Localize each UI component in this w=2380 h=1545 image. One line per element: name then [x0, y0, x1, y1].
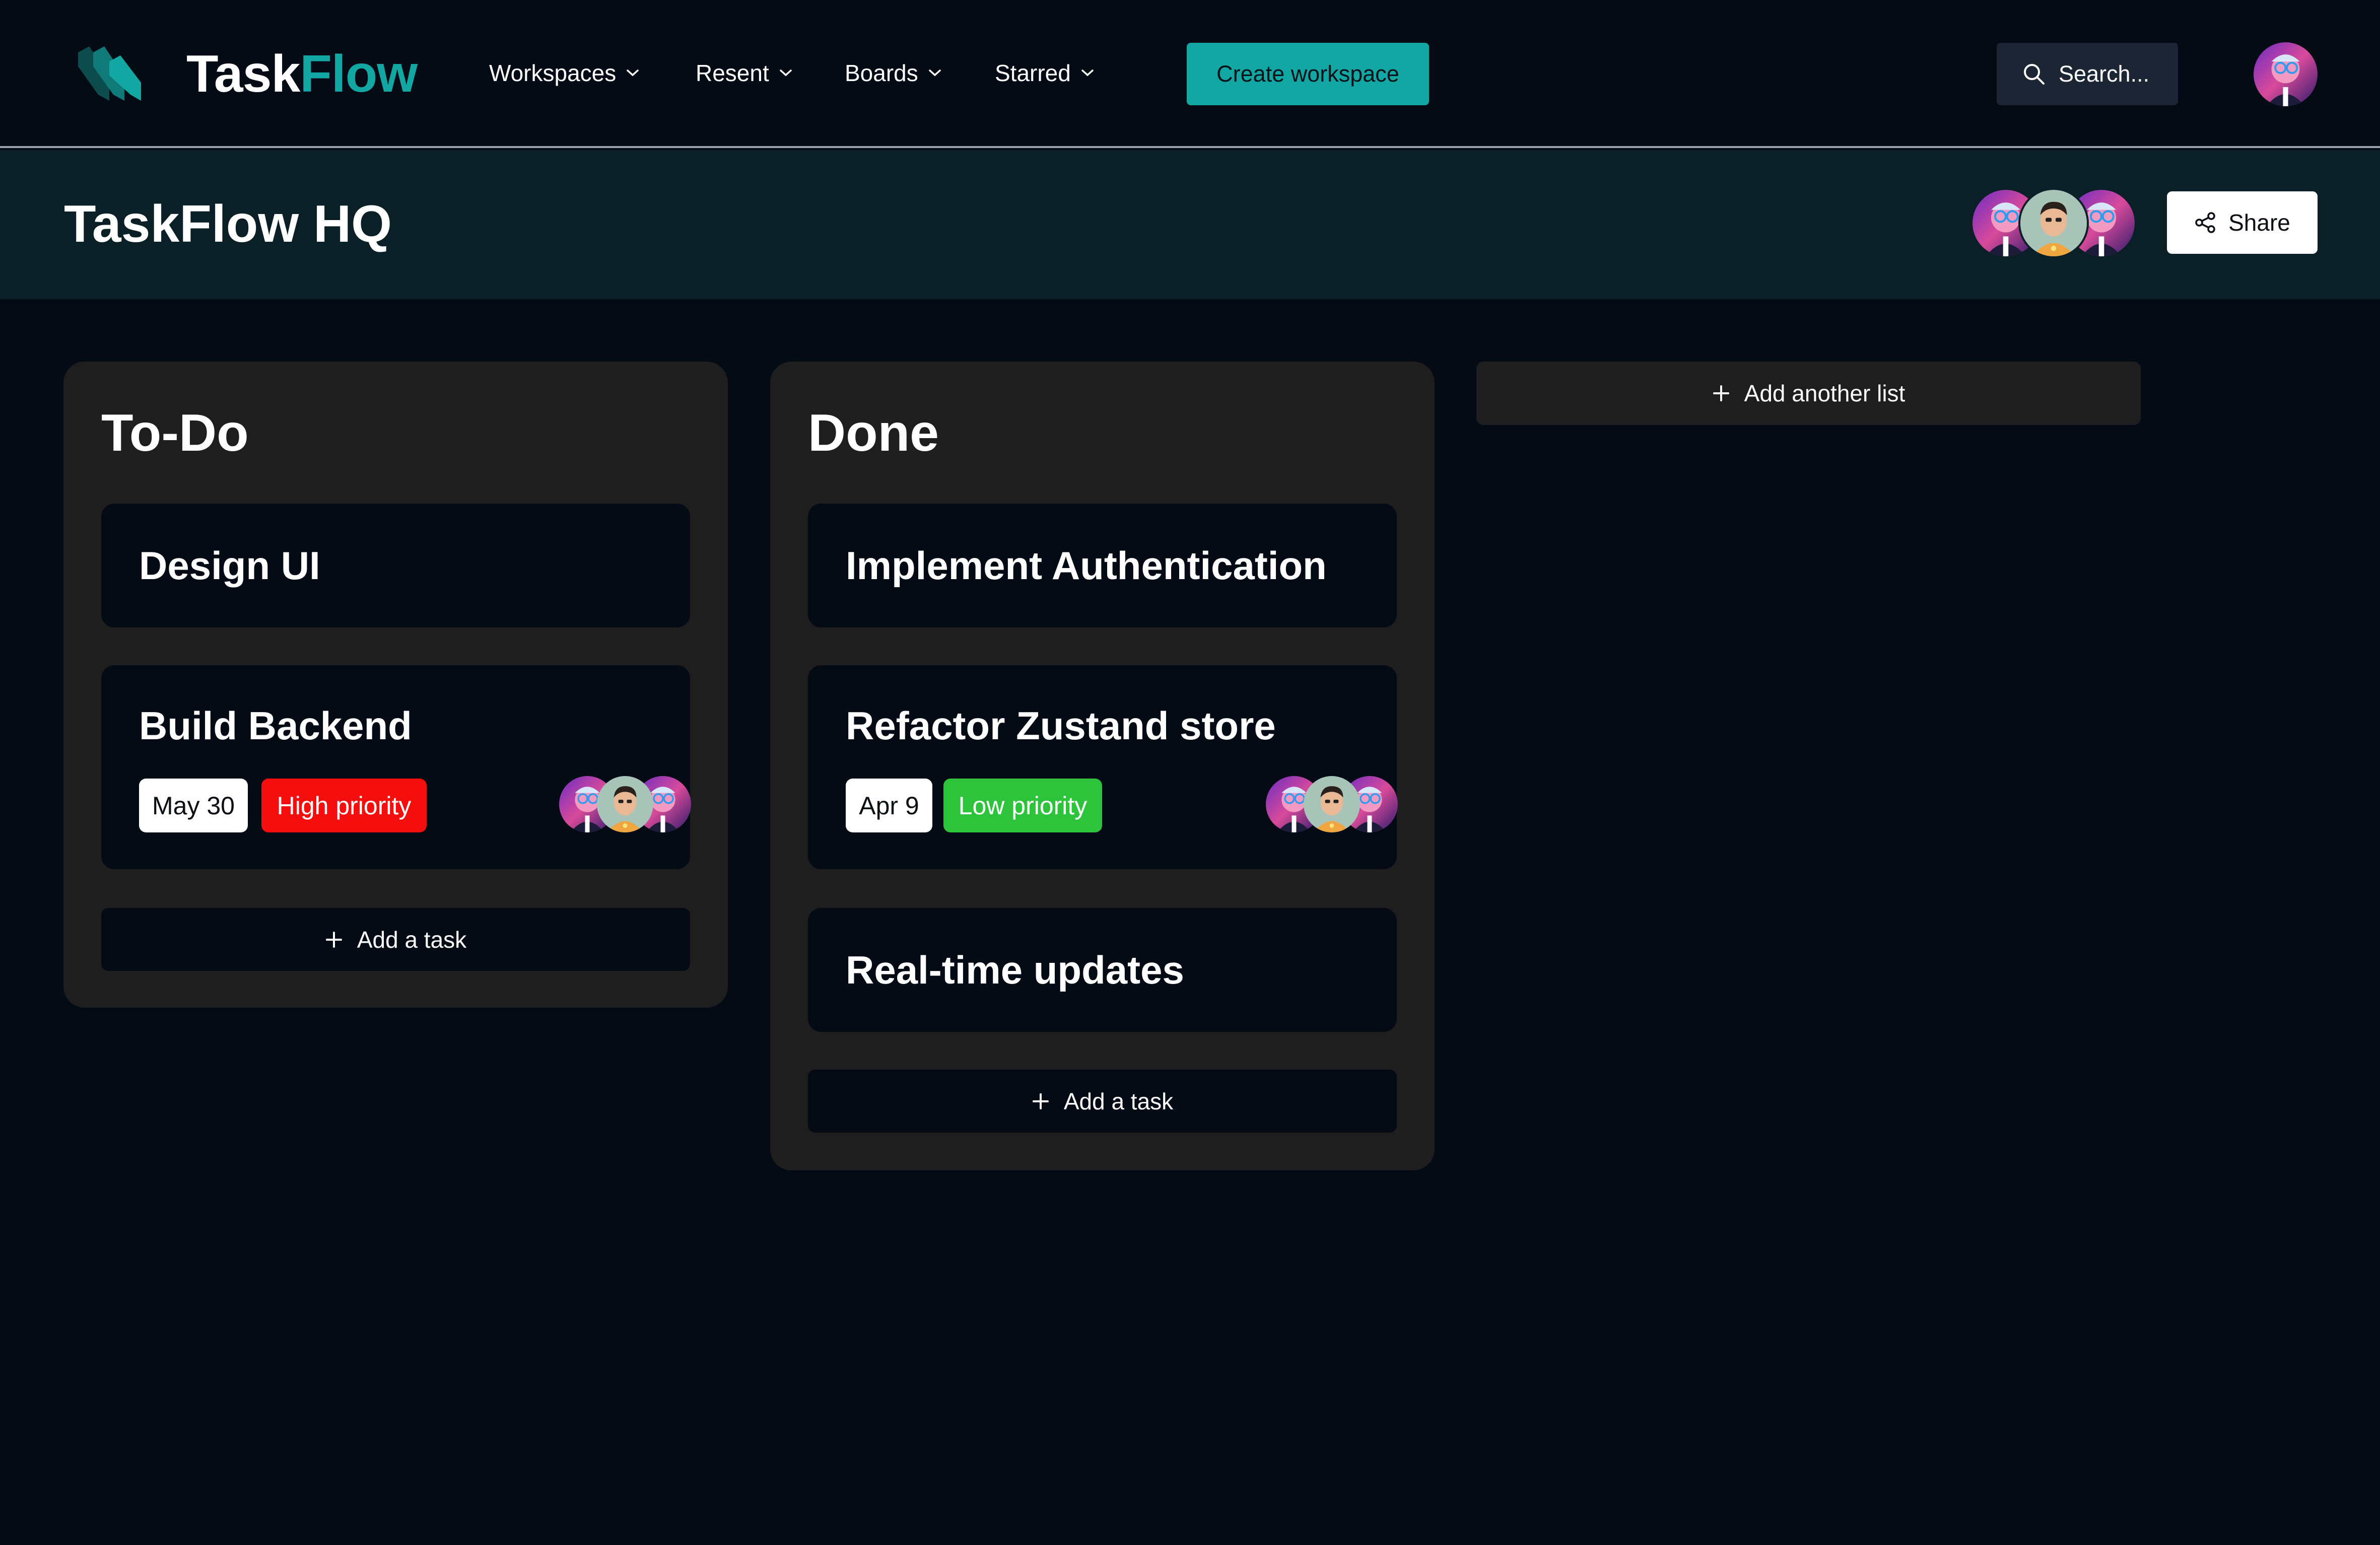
chevron-down-icon: [1081, 69, 1094, 77]
share-icon: [2195, 212, 2215, 233]
nav-resent[interactable]: Resent: [696, 55, 792, 91]
task-title: Real-time updates: [846, 948, 1184, 992]
task-card[interactable]: Real-time updates: [808, 908, 1397, 1032]
create-workspace-button[interactable]: Create workspace: [1187, 43, 1429, 105]
nav-resent-label: Resent: [696, 60, 769, 86]
task-assignees: [1266, 776, 1397, 832]
task-title: Design UI: [139, 543, 320, 588]
priority-badge: High priority: [261, 779, 427, 832]
plus-icon: [1713, 385, 1729, 401]
due-date-badge: May 30: [139, 779, 248, 832]
assignee-avatar: [597, 776, 653, 832]
share-label: Share: [2228, 209, 2290, 236]
add-task-button[interactable]: Add a task: [808, 1070, 1397, 1133]
chevron-down-icon: [929, 69, 941, 77]
plus-icon: [1032, 1093, 1049, 1109]
share-button[interactable]: Share: [2167, 191, 2318, 254]
add-task-label: Add a task: [1063, 1088, 1174, 1114]
chevron-down-icon: [780, 69, 792, 77]
task-title: Implement Authentication: [846, 543, 1327, 588]
priority-badge: Low priority: [943, 779, 1102, 832]
task-card[interactable]: Build Backend May 30 High priority: [101, 665, 690, 869]
due-date-badge: Apr 9: [846, 779, 932, 832]
board-header: TaskFlow HQ Share: [0, 150, 2380, 299]
search-icon: [2024, 64, 2045, 85]
task-assignees: [559, 776, 690, 832]
nav-workspaces-label: Workspaces: [489, 60, 617, 86]
add-list-label: Add another list: [1744, 380, 1906, 406]
user-avatar[interactable]: [2254, 42, 2318, 106]
board-title: TaskFlow HQ: [64, 195, 392, 253]
list-title: To-Do: [101, 404, 249, 462]
list-done: Done Implement Authentication Refactor Z…: [770, 362, 1435, 1170]
nav-starred-label: Starred: [995, 60, 1071, 86]
member-avatar[interactable]: [2018, 188, 2089, 258]
chevron-down-icon: [627, 69, 639, 77]
plus-icon: [325, 931, 342, 948]
task-card[interactable]: Refactor Zustand store Apr 9 Low priorit…: [808, 665, 1397, 869]
assignee-avatar: [1304, 776, 1360, 832]
top-navbar: TaskFlow Workspaces Resent Boards Starre…: [0, 0, 2380, 148]
brand-name[interactable]: TaskFlow: [186, 41, 418, 107]
task-card[interactable]: Implement Authentication: [808, 504, 1397, 627]
task-card[interactable]: Design UI: [101, 504, 690, 627]
nav-starred[interactable]: Starred: [995, 55, 1094, 91]
task-title: Refactor Zustand store: [846, 704, 1276, 748]
nav-boards-label: Boards: [845, 60, 918, 86]
nav-boards[interactable]: Boards: [845, 55, 941, 91]
brand-name-part1: Task: [186, 45, 300, 103]
task-title: Build Backend: [139, 704, 412, 748]
add-list-button[interactable]: Add another list: [1476, 362, 2141, 425]
list-todo: To-Do Design UI Build Backend May 30 Hig…: [63, 362, 728, 1008]
taskflow-logo-icon[interactable]: [78, 46, 141, 101]
add-task-label: Add a task: [357, 926, 467, 953]
search-button[interactable]: Search...: [1997, 43, 2178, 105]
search-placeholder: Search...: [2059, 61, 2150, 87]
nav-workspaces[interactable]: Workspaces: [489, 55, 639, 91]
board-members[interactable]: [1970, 188, 2137, 258]
brand-name-part2: Flow: [300, 45, 418, 103]
add-task-button[interactable]: Add a task: [101, 908, 690, 971]
list-title: Done: [808, 404, 939, 462]
